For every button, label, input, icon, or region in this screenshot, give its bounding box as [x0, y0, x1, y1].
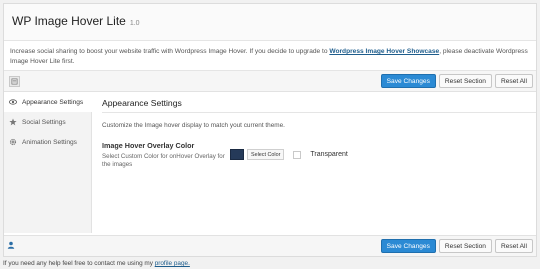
top-button-group: Save Changes Reset Section Reset All: [380, 74, 533, 88]
sidebar-item-social[interactable]: Social Settings: [4, 112, 91, 132]
star-icon: [9, 118, 17, 126]
bottom-toolbar: Save Changes Reset Section Reset All: [4, 235, 536, 256]
save-changes-button-bottom[interactable]: Save Changes: [380, 239, 436, 253]
field-subtitle: Select Custom Color for onHover Overlay …: [102, 153, 225, 168]
sidebar-item-animation[interactable]: Animation Settings: [4, 132, 91, 152]
documentation-button[interactable]: [9, 75, 20, 87]
top-toolbar: Save Changes Reset Section Reset All: [4, 71, 536, 92]
select-color-button[interactable]: Select Color: [247, 149, 285, 160]
upgrade-notice: Increase social sharing to boost your we…: [4, 41, 536, 71]
document-icon: [11, 78, 18, 84]
showcase-link[interactable]: Wordpress Image Hover Showcase: [329, 48, 439, 55]
field-label: Image Hover Overlay Color Select Custom …: [102, 141, 230, 169]
reset-section-button[interactable]: Reset Section: [438, 74, 492, 88]
notice-text-before: Increase social sharing to boost your we…: [10, 48, 330, 55]
bottom-button-group: Save Changes Reset Section Reset All: [380, 239, 533, 253]
content-area: Appearance Settings Social Settings Anim…: [4, 92, 536, 233]
options-panel: WP Image Hover Lite 1.0 Increase social …: [3, 3, 537, 257]
page-title: WP Image Hover Lite: [12, 14, 126, 28]
panel-header: WP Image Hover Lite 1.0: [4, 4, 536, 41]
sidebar-item-label: Appearance Settings: [22, 98, 84, 106]
sidebar-item-appearance[interactable]: Appearance Settings: [4, 92, 92, 112]
sidebar-item-label: Animation Settings: [22, 138, 77, 146]
reset-section-button-bottom[interactable]: Reset Section: [438, 239, 492, 253]
transparent-checkbox[interactable]: [293, 151, 302, 159]
save-changes-button[interactable]: Save Changes: [380, 74, 436, 88]
user-icon[interactable]: [7, 241, 15, 249]
profile-page-link[interactable]: profile page.: [155, 260, 190, 267]
version-label: 1.0: [129, 20, 140, 27]
color-picker-control: Select Color Transparent: [230, 141, 348, 169]
help-text: If you need any help feel free to contac…: [3, 260, 190, 267]
settings-main: Appearance Settings Customize the Image …: [92, 92, 536, 233]
section-description: Customize the Image hover display to mat…: [102, 122, 285, 129]
sidebar-item-label: Social Settings: [22, 118, 66, 126]
sidebar: Appearance Settings Social Settings Anim…: [4, 92, 92, 233]
eye-icon: [9, 99, 17, 105]
section-title: Appearance Settings: [102, 92, 536, 113]
gear-icon: [9, 138, 17, 146]
help-message: If you need any help feel free to contac…: [3, 260, 155, 267]
reset-all-button[interactable]: Reset All: [494, 74, 533, 88]
color-swatch[interactable]: [230, 149, 244, 160]
reset-all-button-bottom[interactable]: Reset All: [494, 239, 533, 253]
transparent-label: Transparent: [310, 151, 348, 158]
overlay-color-field: Image Hover Overlay Color Select Custom …: [102, 141, 536, 169]
field-title: Image Hover Overlay Color: [102, 141, 195, 150]
